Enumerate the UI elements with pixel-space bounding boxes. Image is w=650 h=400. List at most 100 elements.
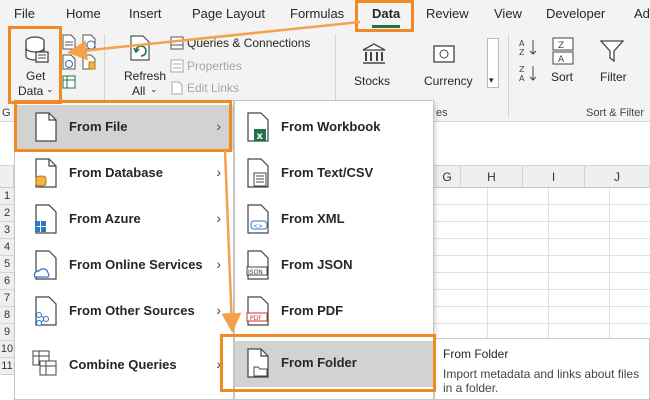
- stocks-label: Stocks: [354, 74, 391, 88]
- menu-item-label: From Database: [69, 165, 163, 180]
- existing-connections-icon[interactable]: [82, 54, 96, 70]
- group-label-get-data: G: [2, 107, 11, 119]
- chevron-right-icon: ›: [216, 210, 221, 226]
- queries-connections-button[interactable]: Queries & Connections: [187, 36, 310, 50]
- get-data-button[interactable]: Get Data ⌄: [12, 32, 58, 102]
- refresh-label: Refresh: [124, 69, 167, 83]
- column-header-i[interactable]: I: [523, 166, 585, 188]
- menu-item-label: From File: [69, 119, 128, 134]
- text-file-icon: [247, 158, 269, 188]
- menu-item-from-json[interactable]: JSON From JSON: [235, 243, 433, 289]
- recent-sources-icon[interactable]: [82, 34, 96, 50]
- menu-item-from-file[interactable]: From File ›: [15, 105, 233, 151]
- select-all-corner[interactable]: [0, 166, 14, 188]
- menu-item-combine-queries[interactable]: Combine Queries ›: [15, 343, 233, 389]
- cloud-file-icon: [33, 250, 57, 280]
- refresh-all-button[interactable]: Refresh All ⌄: [118, 32, 166, 102]
- row-header[interactable]: 9: [0, 324, 14, 341]
- folder-file-icon: [247, 348, 269, 378]
- tab-file[interactable]: File: [14, 6, 35, 21]
- filter-button[interactable]: Filter: [594, 32, 634, 94]
- svg-text:x: x: [257, 131, 264, 142]
- row-header[interactable]: 11: [0, 358, 14, 375]
- get-data-label: Get: [26, 69, 46, 83]
- menu-item-label: Combine Queries: [69, 357, 177, 372]
- from-web-icon[interactable]: [62, 54, 76, 70]
- excel-workbook-icon: x: [247, 112, 269, 142]
- currency-icon: [433, 45, 455, 63]
- menu-item-label: From Online Services: [69, 257, 203, 272]
- queries-connections-icon: [170, 36, 184, 50]
- row-header[interactable]: 5: [0, 256, 14, 273]
- menu-item-label: From Workbook: [281, 119, 381, 134]
- menu-item-label: From Azure: [69, 211, 141, 226]
- svg-text:Z: Z: [519, 48, 525, 56]
- tooltip-title: From Folder: [443, 347, 509, 361]
- edit-links-button[interactable]: Edit Links: [187, 81, 239, 95]
- chevron-right-icon: ›: [216, 302, 221, 318]
- group-label-data-types: es: [436, 107, 448, 119]
- tab-formulas[interactable]: Formulas: [290, 6, 344, 21]
- properties-icon: [170, 59, 184, 73]
- data-types-expand-button[interactable]: ▾: [487, 38, 499, 88]
- chevron-right-icon: ›: [216, 164, 221, 180]
- row-header[interactable]: 3: [0, 222, 14, 239]
- row-header[interactable]: 10: [0, 341, 14, 358]
- stocks-icon: [362, 43, 386, 64]
- menu-item-from-pdf[interactable]: PDF From PDF: [235, 289, 433, 335]
- row-header[interactable]: 1: [0, 188, 14, 205]
- column-header-j[interactable]: J: [585, 166, 650, 188]
- sort-z-to-a-icon[interactable]: ZA: [518, 64, 538, 82]
- menu-item-label: From PDF: [281, 303, 344, 318]
- chevron-right-icon: ›: [216, 256, 221, 272]
- chevron-down-icon: ⌄: [46, 84, 54, 94]
- menu-item-from-text-csv[interactable]: From Text/CSV: [235, 151, 433, 197]
- tab-data[interactable]: Data: [372, 6, 401, 28]
- tab-add-ins[interactable]: Ad: [634, 6, 650, 21]
- menu-item-from-azure[interactable]: From Azure ›: [15, 197, 233, 243]
- menu-item-label: From Other Sources: [69, 303, 195, 318]
- column-header-g[interactable]: G: [434, 166, 461, 188]
- menu-item-from-workbook[interactable]: x From Workbook: [235, 105, 433, 151]
- currency-button[interactable]: Currency: [418, 32, 482, 94]
- combine-queries-icon: [32, 350, 57, 376]
- row-header[interactable]: 8: [0, 307, 14, 324]
- svg-text:A: A: [519, 74, 525, 82]
- refresh-label-2: All: [132, 84, 146, 98]
- get-data-label-2: Data: [18, 84, 44, 98]
- menu-item-label: From Folder: [281, 355, 357, 370]
- from-text-icon[interactable]: [62, 34, 76, 50]
- menu-item-from-xml[interactable]: <> From XML: [235, 197, 433, 243]
- menu-item-from-online-services[interactable]: From Online Services ›: [15, 243, 233, 289]
- column-header-h[interactable]: H: [461, 166, 523, 188]
- tab-developer[interactable]: Developer: [546, 6, 605, 21]
- sort-label: Sort: [551, 70, 574, 84]
- tab-insert[interactable]: Insert: [129, 6, 162, 21]
- tab-review[interactable]: Review: [426, 6, 469, 21]
- svg-text:A: A: [519, 39, 525, 48]
- svg-text:Z: Z: [558, 41, 564, 51]
- database-file-icon: [35, 158, 57, 188]
- tab-page-layout[interactable]: Page Layout: [192, 6, 265, 21]
- from-table-icon[interactable]: [62, 74, 76, 90]
- file-icon: [35, 112, 57, 142]
- from-folder-tooltip: From Folder Import metadata and links ab…: [434, 338, 650, 400]
- row-header[interactable]: 2: [0, 205, 14, 222]
- properties-button[interactable]: Properties: [187, 59, 242, 73]
- tab-home[interactable]: Home: [66, 6, 101, 21]
- menu-item-from-other-sources[interactable]: From Other Sources ›: [15, 289, 233, 335]
- sort-button[interactable]: Z A Sort: [544, 32, 582, 94]
- database-icon: [25, 36, 49, 63]
- row-header[interactable]: 7: [0, 290, 14, 307]
- row-header[interactable]: 6: [0, 273, 14, 290]
- get-data-menu: From File › From Database › From Azure ›…: [14, 100, 234, 400]
- menu-item-from-folder[interactable]: From Folder: [235, 341, 433, 387]
- stocks-button[interactable]: Stocks: [345, 32, 405, 94]
- tab-view[interactable]: View: [494, 6, 522, 21]
- row-header[interactable]: 4: [0, 239, 14, 256]
- sort-a-to-z-icon[interactable]: AZ: [518, 38, 538, 56]
- tooltip-description: Import metadata and links about files in…: [443, 367, 640, 395]
- menu-item-label: From XML: [281, 211, 345, 226]
- menu-item-from-database[interactable]: From Database ›: [15, 151, 233, 197]
- menu-item-partial: [235, 393, 433, 400]
